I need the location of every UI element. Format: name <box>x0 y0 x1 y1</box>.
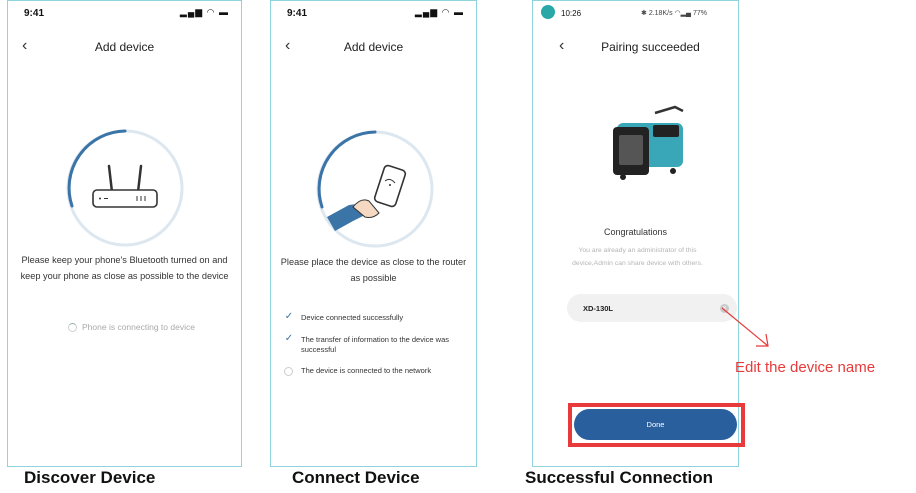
admin-note: You are already an administrator of this… <box>572 247 703 267</box>
network-speed: 2.18K/s <box>648 10 673 17</box>
connection-status: Phone is connecting to device <box>68 322 195 333</box>
hand-holding-phone-icon <box>327 164 407 231</box>
phone-hand-progress-ring <box>316 130 434 248</box>
battery-level: 77% <box>692 10 707 17</box>
status-time: 9:41 <box>24 8 45 19</box>
app-indicator-icon <box>541 5 555 19</box>
device-name-input[interactable] <box>567 294 737 322</box>
caption-discover-device: Discover Device <box>24 468 156 487</box>
signal-wifi-battery-icon: ▂▄▆ ◠ ▬ <box>414 7 464 17</box>
connection-status-text: Phone is connecting to device <box>82 322 195 332</box>
spinner-icon <box>68 323 77 333</box>
check-icon: ✓ <box>284 311 294 322</box>
pairing-success-screen: 10:26 ✱ 2.18K/s ◠▂▄ 77% ‹ Pairing succee… <box>532 0 739 467</box>
status-time: 9:41 <box>287 8 308 19</box>
connect-device-screen: 9:41 ▂▄▆ ◠ ▬ ‹ Add device Please place t… <box>270 0 477 467</box>
step-label: The device is connected to the network <box>301 366 432 375</box>
bluetooth-instruction: Please keep your phone's Bluetooth turne… <box>20 255 229 281</box>
step-label: Device connected successfully <box>301 313 404 322</box>
step-info-transferred: ✓ The transfer of information to the dev… <box>285 334 460 355</box>
step-network-connected: The device is connected to the network <box>284 366 460 376</box>
status-bar: 9:41 ▂▄▆ ◠ ▬ <box>271 1 476 25</box>
annotation-edit-device-name: Edit the device name <box>735 359 876 376</box>
spinner-icon <box>284 367 293 376</box>
status-indicators: ✱ 2.18K/s ◠▂▄ 77% <box>641 9 707 17</box>
step-label: The transfer of information to the devic… <box>301 335 449 354</box>
discover-device-screen: 9:41 ▂▄▆ ◠ ▬ ‹ Add device Please keep yo… <box>7 0 242 467</box>
router-instruction: Please place the device as close to the … <box>280 257 467 283</box>
step-device-connected: ✓ Device connected successfully <box>285 312 460 323</box>
dehumidifier-image <box>613 105 684 180</box>
nav-bar: ‹ Add device <box>8 35 241 59</box>
router-icon <box>92 164 158 208</box>
status-bar: 10:26 ✱ 2.18K/s ◠▂▄ 77% <box>533 1 738 25</box>
caption-successful-connection: Successful Connection <box>525 468 713 487</box>
status-bar: 9:41 ▂▄▆ ◠ ▬ <box>8 1 241 25</box>
router-progress-ring <box>66 129 184 247</box>
nav-bar: ‹ Pairing succeeded <box>533 35 738 59</box>
page-title: Add device <box>343 40 404 54</box>
caption-connect-device: Connect Device <box>292 468 420 487</box>
status-time: 10:26 <box>561 9 582 18</box>
annotation-arrow <box>721 307 769 347</box>
check-icon: ✓ <box>284 333 294 344</box>
page-title: Add device <box>94 40 155 54</box>
signal-icon: ◠▂▄ <box>674 10 691 17</box>
done-button[interactable]: Done <box>574 409 737 440</box>
page-title: Pairing succeeded <box>601 40 700 54</box>
congratulations-text: Congratulations <box>603 227 668 237</box>
bluetooth-icon: ✱ <box>641 10 647 17</box>
nav-bar: ‹ Add device <box>271 35 476 59</box>
signal-wifi-battery-icon: ▂▄▆ ◠ ▬ <box>179 7 229 17</box>
